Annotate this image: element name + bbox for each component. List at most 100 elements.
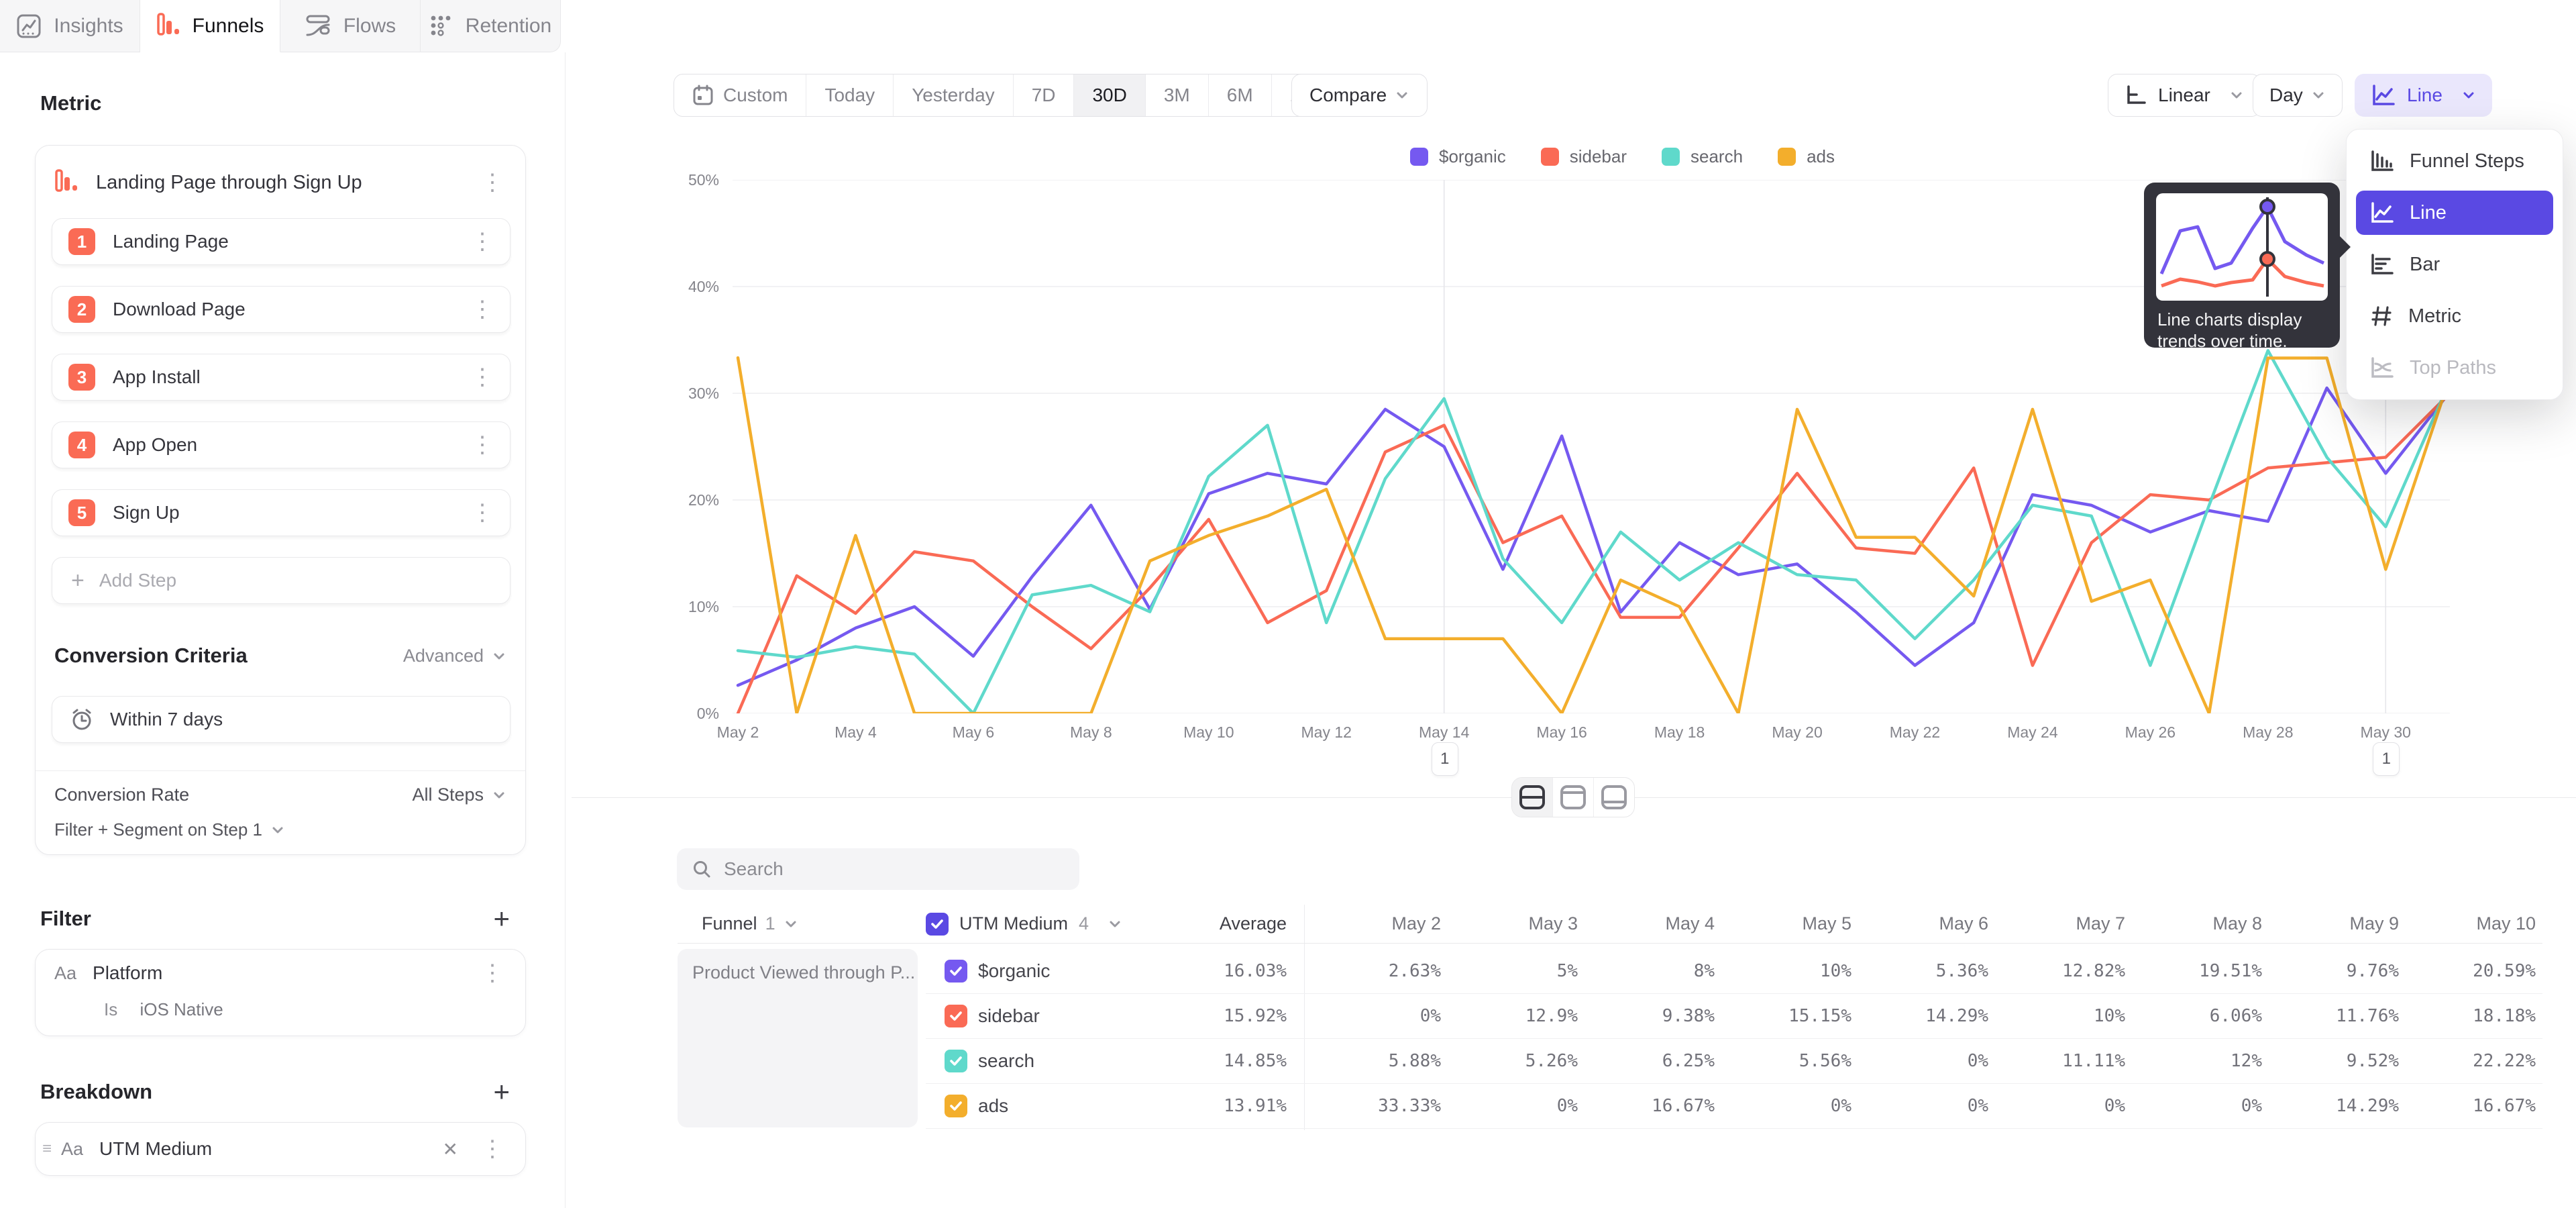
card-divider [36,770,525,771]
date-range-3m[interactable]: 3M [1146,74,1209,116]
filter-operator[interactable]: Is [104,999,117,1019]
day-value: 5% [1441,961,1578,981]
filter-kebab-icon[interactable]: ⋮ [465,962,520,985]
conversion-window-label: Within 7 days [110,709,223,730]
funnel-column-header[interactable]: Funnel 1 [678,913,926,934]
chart-type-dropdown[interactable]: Line [2355,74,2492,117]
table-view-button[interactable] [1594,778,1634,817]
add-step-button[interactable]: + Add Step [52,557,511,604]
segment-checkbox[interactable] [945,1005,967,1027]
day-column-header[interactable]: May 7 [1988,913,2125,934]
x-axis-tick: May 20 [1750,723,1844,742]
breakdown-kebab-icon[interactable]: ⋮ [465,1138,520,1160]
step-number-badge: 2 [68,296,95,323]
filter-segment-dropdown[interactable]: Filter + Segment on Step 1 [54,819,285,840]
day-value: 5.88% [1304,1051,1441,1071]
segment-label: sidebar [978,1005,1040,1027]
segment-checkbox[interactable] [945,1095,967,1117]
day-column-header[interactable]: May 8 [2125,913,2262,934]
table-row-organic[interactable]: $organic16.03%2.63%5%8%10%5.36%12.82%19.… [926,949,2542,994]
x-axis-tick: May 2 [691,723,785,742]
interval-dropdown[interactable]: Day [2253,74,2343,117]
annotation-badge[interactable]: 1 [2373,742,2400,776]
split-view-button[interactable] [1512,778,1553,817]
advanced-dropdown[interactable]: Advanced [403,646,506,666]
step-kebab-icon[interactable]: ⋮ [455,434,510,456]
plus-icon: + [71,568,85,594]
breakdown-column-header[interactable]: UTM Medium 4 [926,913,1173,936]
day-column-header[interactable]: May 5 [1715,913,1851,934]
conversion-window-button[interactable]: Within 7 days [52,696,511,743]
date-range-yesterday[interactable]: Yesterday [894,74,1014,116]
conversion-rate-dropdown[interactable]: All Steps [412,785,506,805]
legend-item-search[interactable]: search [1662,146,1743,167]
day-column-header[interactable]: May 4 [1578,913,1715,934]
segment-checkbox[interactable] [945,960,967,983]
day-value: 6.06% [2125,1006,2262,1026]
menu-item-metric[interactable]: Metric [2356,294,2553,338]
day-column-header[interactable]: May 10 [2399,913,2536,934]
legend-item-sidebar[interactable]: sidebar [1541,146,1627,167]
segment-checkbox[interactable] [945,1050,967,1072]
remove-breakdown-icon[interactable]: ✕ [436,1138,465,1160]
sidebar: Metric Landing Page through Sign Up ⋮ 1L… [0,52,566,1208]
funnel-name-cell[interactable]: Product Viewed through P... [678,949,918,1127]
date-range-7d[interactable]: 7D [1014,74,1075,116]
chart-view-button[interactable] [1553,778,1594,817]
step-kebab-icon[interactable]: ⋮ [455,501,510,524]
legend-swatch [1778,148,1796,166]
menu-item-funnel-steps[interactable]: Funnel Steps [2356,139,2553,183]
add-filter-button[interactable]: + [493,905,510,933]
legend-item-ads[interactable]: ads [1778,146,1835,167]
day-column-header[interactable]: May 6 [1851,913,1988,934]
funnel-step-2[interactable]: 2Download Page⋮ [52,286,511,333]
step-number-badge: 4 [68,432,95,458]
metric-header-row[interactable]: Landing Page through Sign Up ⋮ [54,160,520,205]
step-kebab-icon[interactable]: ⋮ [455,366,510,389]
day-value: 18.18% [2399,1006,2536,1026]
tooltip-text: Line charts display trends over time. [2157,309,2326,352]
menu-item-line[interactable]: Line [2356,191,2553,235]
funnel-step-1[interactable]: 1Landing Page⋮ [52,218,511,265]
compare-button[interactable]: Compare [1291,74,1428,117]
scale-dropdown[interactable]: Linear [2108,74,2261,117]
table-row-ads[interactable]: ads13.91%33.33%0%16.67%0%0%0%0%14.29%16.… [926,1084,2542,1129]
day-column-header[interactable]: May 2 [1304,913,1441,934]
tab-funnels[interactable]: Funnels [140,0,280,52]
annotation-badge[interactable]: 1 [1432,742,1458,776]
tab-retention[interactable]: Retention [421,0,561,52]
add-breakdown-button[interactable]: + [493,1078,510,1106]
tab-flows[interactable]: Flows [280,0,421,52]
date-range-30d[interactable]: 30D [1074,74,1145,116]
funnel-step-4[interactable]: 4App Open⋮ [52,421,511,468]
day-column-header[interactable]: May 9 [2262,913,2399,934]
flows-icon [305,14,331,38]
date-range-6m[interactable]: 6M [1209,74,1272,116]
day-value: 9.52% [2262,1051,2399,1071]
filter-value[interactable]: iOS Native [140,999,223,1019]
table-row-search[interactable]: search14.85%5.88%5.26%6.25%5.56%0%11.11%… [926,1039,2542,1084]
search-input[interactable]: Search [677,848,1079,890]
table-row-sidebar[interactable]: sidebar15.92%0%12.9%9.38%15.15%14.29%10%… [926,994,2542,1039]
filter-card[interactable]: Aa Platform ⋮ Is iOS Native [35,949,526,1036]
step-kebab-icon[interactable]: ⋮ [455,230,510,253]
menu-item-bar[interactable]: Bar [2356,242,2553,287]
day-value: 12.82% [1988,961,2125,981]
table-view-icon [1600,785,1628,810]
line-chart-icon [2371,83,2396,107]
metric-kebab-icon[interactable]: ⋮ [465,171,520,194]
funnel-step-5[interactable]: 5Sign Up⋮ [52,489,511,536]
legend-item-organic[interactable]: $organic [1410,146,1506,167]
x-axis-tick: May 28 [2221,723,2315,742]
step-kebab-icon[interactable]: ⋮ [455,298,510,321]
retention-icon [429,14,453,38]
breakdown-card[interactable]: ≡ Aa UTM Medium ✕ ⋮ [35,1122,526,1176]
funnel-step-3[interactable]: 3App Install⋮ [52,354,511,401]
date-range-today[interactable]: Today [806,74,894,116]
metric-heading: Metric [40,91,101,115]
day-column-header[interactable]: May 3 [1441,913,1578,934]
select-all-checkbox[interactable] [926,913,949,936]
tab-insights[interactable]: Insights [0,0,140,52]
date-range-custom[interactable]: Custom [674,74,806,116]
drag-handle-icon[interactable]: ≡ [42,1140,52,1158]
